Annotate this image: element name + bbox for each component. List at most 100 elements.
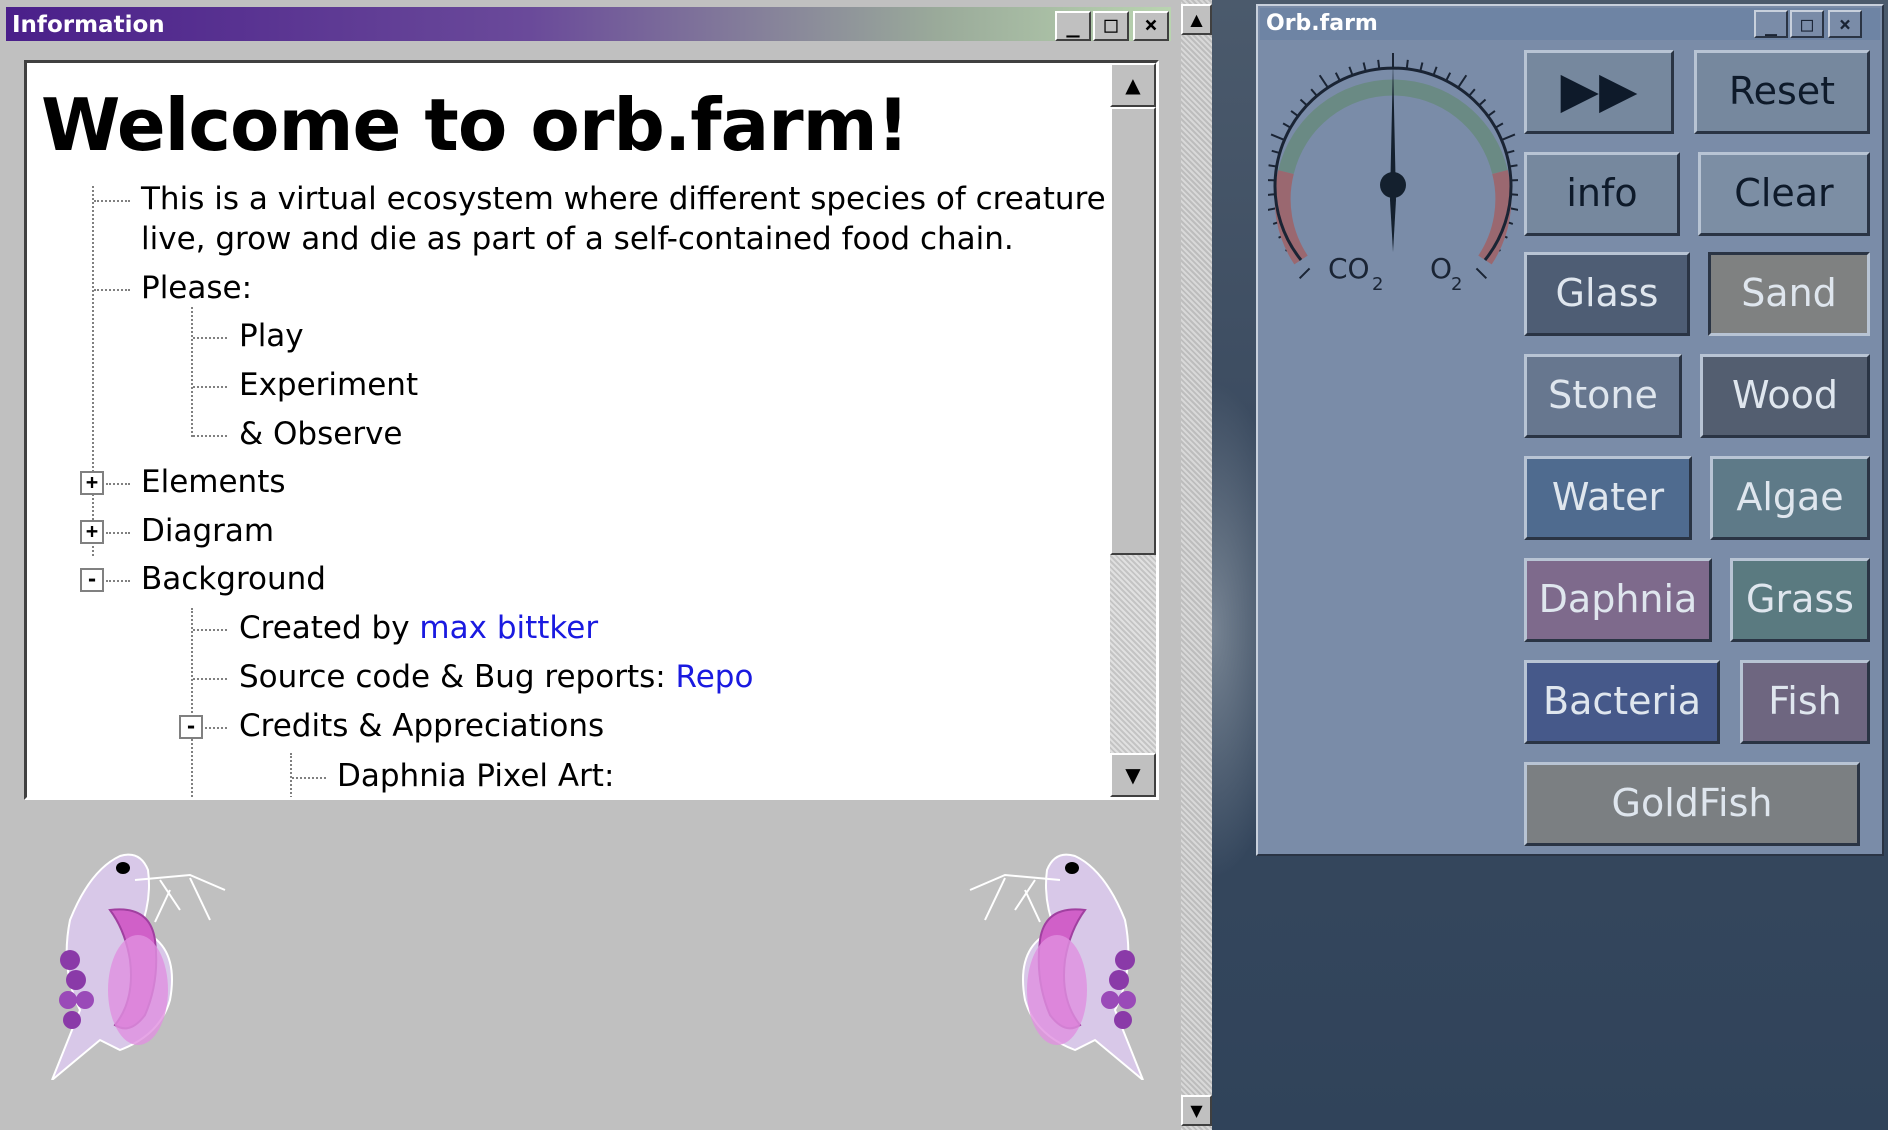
fast-forward-button[interactable]: ▶▶: [1524, 50, 1674, 134]
gauge-tick: [1501, 133, 1516, 141]
please-item-play: Play: [239, 318, 304, 354]
outer-scroll-up-button[interactable]: ▲: [1181, 4, 1212, 35]
tree-branch: [292, 777, 326, 779]
glass-button[interactable]: Glass: [1524, 252, 1690, 336]
bacteria-button[interactable]: Bacteria: [1524, 660, 1720, 744]
tree-branch: [193, 629, 227, 631]
please-label: Please:: [141, 270, 253, 306]
gauge-tick: [1419, 62, 1424, 71]
section-background[interactable]: Background: [141, 561, 326, 597]
gauge-tick: [1299, 98, 1308, 106]
wood-button[interactable]: Wood: [1700, 354, 1870, 438]
information-title: Information: [12, 12, 165, 38]
tree-branch: [205, 727, 227, 729]
author-link[interactable]: max bittker: [419, 610, 598, 646]
orb-close-button[interactable]: ×: [1828, 10, 1862, 38]
expand-diagram-button[interactable]: +: [80, 520, 104, 544]
daphnia-art-label: Daphnia Pixel Art:: [337, 758, 615, 794]
goldfish-button[interactable]: GoldFish: [1524, 762, 1860, 846]
gauge-o2-label: O: [1430, 252, 1452, 285]
intro-text-line2: live, grow and die as part of a self-con…: [141, 221, 1014, 257]
content-scroll-thumb[interactable]: [1110, 107, 1156, 555]
source-text: Source code & Bug reports: Repo: [239, 659, 753, 695]
gauge-tick: [1475, 267, 1488, 280]
gauge-tick: [1487, 110, 1496, 117]
repo-link[interactable]: Repo: [676, 659, 754, 695]
gauge-tick: [1445, 72, 1452, 81]
created-by-prefix: Created by: [239, 610, 420, 646]
section-diagram[interactable]: Diagram: [141, 513, 274, 549]
gauge-tick: [1290, 110, 1299, 117]
tree-branch: [106, 483, 130, 485]
sand-button[interactable]: Sand: [1708, 252, 1870, 336]
source-prefix: Source code & Bug reports:: [239, 659, 676, 695]
orb-farm-title: Orb.farm: [1266, 11, 1378, 36]
gauge-tick: [1457, 74, 1468, 88]
gauge-tick: [1318, 74, 1329, 88]
tree-branch: [193, 337, 227, 339]
info-button[interactable]: info: [1524, 152, 1680, 236]
tree-branch: [193, 386, 227, 388]
expand-elements-button[interactable]: +: [80, 471, 104, 495]
gauge-tick: [1310, 88, 1318, 96]
gauge-hub: [1380, 172, 1406, 198]
tree-line: [191, 608, 193, 797]
content-scroll-up-button[interactable]: ▲: [1110, 63, 1156, 107]
outer-scrollbar[interactable]: ▲ ▼: [1181, 0, 1212, 1130]
content-scroll-down-button[interactable]: ▼: [1110, 753, 1156, 797]
gauge-co2-label: CO: [1328, 252, 1370, 285]
please-item-observe: & Observe: [239, 416, 403, 452]
stone-button[interactable]: Stone: [1524, 354, 1682, 438]
collapse-background-button[interactable]: -: [80, 568, 104, 592]
tree-branch: [94, 200, 130, 202]
info-tree: Welcome to orb.farm! This is a virtual e…: [27, 63, 1156, 797]
fish-button[interactable]: Fish: [1740, 660, 1870, 744]
intro-text-line1: This is a virtual ecosystem where differ…: [141, 181, 1159, 217]
please-item-experiment: Experiment: [239, 367, 419, 403]
gauge-tick: [1282, 122, 1291, 129]
tree-branch: [193, 435, 227, 437]
credits-label: Credits & Appreciations: [239, 708, 605, 744]
daphnia-left-image: [51, 853, 226, 1080]
page-title: Welcome to orb.farm!: [41, 83, 910, 167]
gauge-tick: [1478, 98, 1487, 106]
gauge-tick: [1348, 66, 1354, 75]
gauge-tick: [1298, 267, 1311, 280]
gauge-o2-subscript: 2: [1451, 274, 1462, 292]
grass-button[interactable]: Grass: [1730, 558, 1870, 642]
clear-button[interactable]: Clear: [1698, 152, 1870, 236]
tree-line: [92, 186, 94, 556]
water-button[interactable]: Water: [1524, 456, 1692, 540]
gauge-tick: [1432, 66, 1438, 75]
gauge-tick: [1495, 122, 1504, 129]
tree-line: [191, 307, 193, 437]
maximize-button[interactable]: □: [1093, 11, 1129, 41]
algae-button[interactable]: Algae: [1710, 456, 1870, 540]
co2-o2-gauge: CO 2 O 2: [1268, 53, 1518, 292]
section-elements[interactable]: Elements: [141, 464, 286, 500]
tree-branch: [106, 532, 130, 534]
orb-farm-titlebar[interactable]: Orb.farm _ □ ×: [1260, 8, 1880, 40]
gauge-tick: [1270, 133, 1285, 141]
reset-button[interactable]: Reset: [1694, 50, 1870, 134]
tree-branch: [94, 289, 130, 291]
daphnia-button[interactable]: Daphnia: [1524, 558, 1712, 642]
content-scrollbar[interactable]: ▲ ▼: [1110, 63, 1156, 797]
tree-branch: [106, 580, 130, 582]
close-button[interactable]: ×: [1133, 11, 1169, 41]
information-titlebar[interactable]: Information _ □ ×: [6, 7, 1171, 41]
daphnia-right-image: [969, 853, 1144, 1080]
gauge-co2-subscript: 2: [1372, 274, 1383, 292]
orb-minimize-button[interactable]: _: [1754, 10, 1788, 38]
gauge-tick: [1468, 88, 1476, 96]
minimize-button[interactable]: _: [1055, 11, 1091, 41]
orb-farm-window: Orb.farm _ □ × CO 2 O 2 ▶▶ Reset info Cl…: [1256, 4, 1884, 856]
information-window: Information _ □ × ▲ ▼ Welcome to orb.far…: [0, 0, 1212, 1130]
orb-maximize-button[interactable]: □: [1790, 10, 1824, 38]
gauge-tick: [1362, 62, 1367, 71]
gauge-tick: [1405, 59, 1409, 68]
collapse-credits-button[interactable]: -: [179, 715, 203, 739]
outer-scroll-down-button[interactable]: ▼: [1181, 1095, 1212, 1126]
info-content-pane: Welcome to orb.farm! This is a virtual e…: [24, 60, 1159, 800]
gauge-tick: [1377, 59, 1381, 68]
